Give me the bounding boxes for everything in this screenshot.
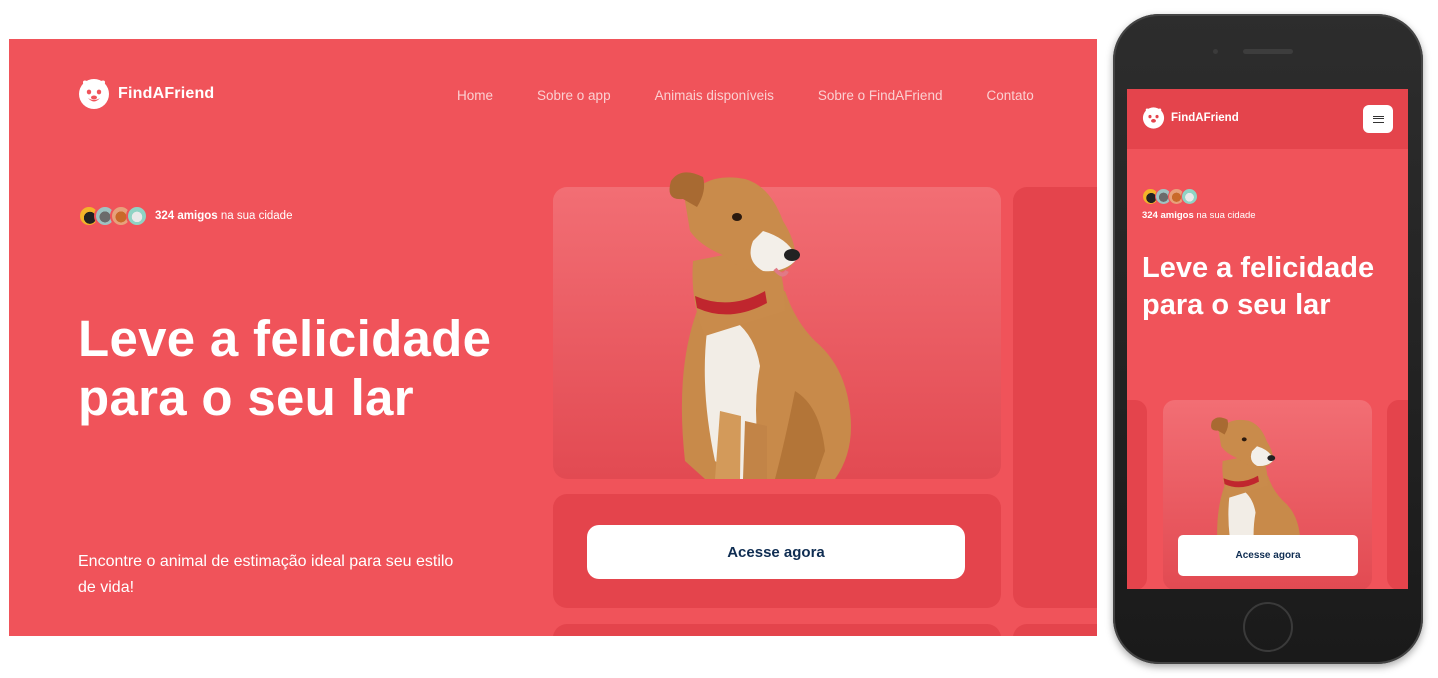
friends-counter: 324 amigos na sua cidade [78,205,292,227]
bottom-card-left [553,624,1001,636]
white-dog-avatar [1181,188,1198,205]
mobile-hero-title: Leve a felicidade para o seu lar [1142,252,1375,321]
mobile-brand-name: FindAFriend [1171,112,1239,124]
desktop-mockup: FindAFriend Home Sobre o app Animais dis… [9,39,1097,636]
side-card [1013,187,1097,608]
mobile-friends-text: 324 amigos na sua cidade [1142,210,1256,221]
showcase-canvas: FindAFriend Home Sobre o app Animais dis… [0,0,1438,678]
mobile-header: FindAFriend [1127,89,1408,149]
main-nav: Home Sobre o app Animais disponíveis Sob… [457,88,1034,103]
mobile-brand-logo[interactable]: FindAFriend [1142,106,1239,130]
nav-item-home[interactable]: Home [457,88,493,103]
hero-title: Leve a felicidade para o seu lar [78,310,492,426]
phone-speaker [1243,49,1293,54]
mobile-avatar-stack [1142,188,1198,205]
mobile-card-right [1387,400,1408,589]
friends-suffix: na sua cidade [217,210,293,222]
nav-item-sobre-o-app[interactable]: Sobre o app [537,88,611,103]
phone-home-button[interactable] [1243,602,1293,652]
friends-count: 324 amigos [155,210,218,222]
mobile-screen: FindAFriend 324 amigos na sua cidade Lev… [1127,89,1408,589]
front-camera [1213,49,1218,54]
brand-name: FindAFriend [118,85,215,102]
brand-logo[interactable]: FindAFriend [78,77,214,111]
white-dog-avatar [126,205,148,227]
dog-face-logo-icon [79,79,109,109]
bottom-card-right [1013,624,1097,636]
friends-text: 324 amigos na sua cidade [155,210,292,222]
mobile-friends-suffix: na sua cidade [1193,210,1256,221]
mobile-access-now-button[interactable]: Acesse agora [1178,535,1358,576]
dog-face-logo-icon [1142,107,1165,129]
mobile-card-left [1127,400,1147,589]
hamburger-menu-icon [1372,115,1384,123]
hero-subtitle: Encontre o animal de estimação ideal par… [78,553,454,596]
avatar-stack [78,205,148,227]
dog-photo [669,172,851,479]
mobile-friends-count: 324 amigos [1142,210,1194,221]
phone-mockup: FindAFriend 324 amigos na sua cidade Lev… [1113,14,1423,664]
hamburger-menu-button[interactable] [1363,105,1393,133]
nav-item-contato[interactable]: Contato [986,88,1033,103]
nav-item-animais-disponiveis[interactable]: Animais disponíveis [655,88,774,103]
nav-item-sobre-findafriend[interactable]: Sobre o FindAFriend [818,88,943,103]
access-now-button[interactable]: Acesse agora [587,525,965,579]
